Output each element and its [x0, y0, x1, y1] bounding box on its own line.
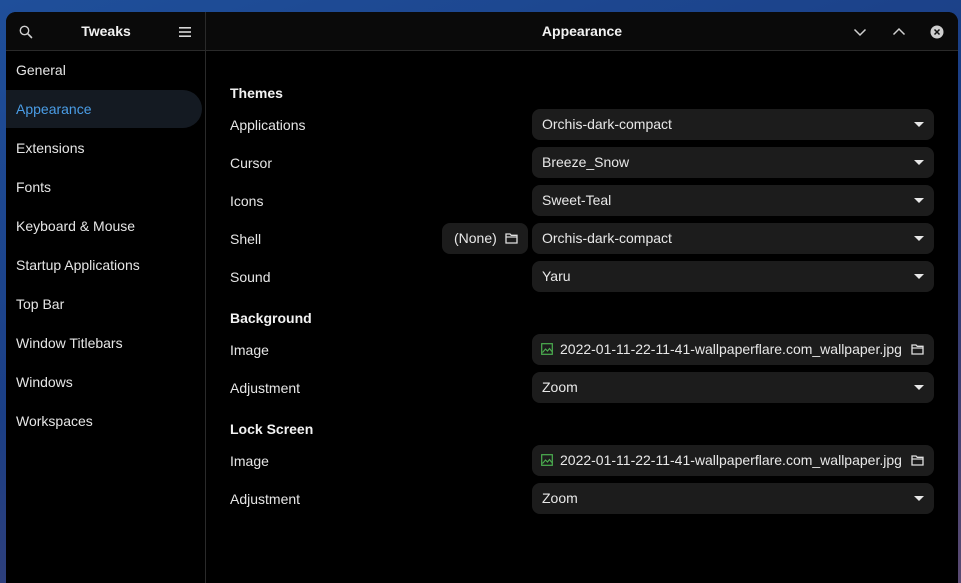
minimize-button[interactable]	[848, 20, 872, 44]
lock-screen-image-label: Image	[230, 453, 269, 469]
lock-screen-image-filename: 2022-01-11-22-11-41-wallpaperflare.com_w…	[560, 452, 902, 468]
chevron-up-icon	[892, 27, 906, 36]
maximize-button[interactable]	[887, 20, 911, 44]
applications-theme-dropdown[interactable]: Orchis-dark-compact	[532, 109, 934, 140]
applications-label: Applications	[230, 117, 306, 133]
background-image-label: Image	[230, 342, 269, 358]
lock-screen-image-chooser[interactable]: 2022-01-11-22-11-41-wallpaperflare.com_w…	[532, 445, 934, 476]
folder-icon	[911, 344, 924, 355]
cursor-theme-value: Breeze_Snow	[542, 154, 630, 170]
background-adjustment-dropdown[interactable]: Zoom	[532, 372, 934, 403]
lock-screen-adjustment-dropdown[interactable]: Zoom	[532, 483, 934, 514]
icons-theme-dropdown[interactable]: Sweet-Teal	[532, 185, 934, 216]
shell-label: Shell	[230, 231, 262, 247]
background-image-filename: 2022-01-11-22-11-41-wallpaperflare.com_w…	[560, 341, 902, 357]
sidebar-item-fonts[interactable]: Fonts	[6, 168, 202, 206]
icons-theme-value: Sweet-Teal	[542, 192, 612, 208]
tweaks-window: Tweaks Appearance General Appearance Ext…	[6, 12, 958, 583]
sidebar-item-appearance[interactable]: Appearance	[6, 90, 202, 128]
sidebar-item-extensions[interactable]: Extensions	[6, 129, 202, 167]
dropdown-arrow-icon	[914, 496, 924, 501]
search-icon	[19, 25, 33, 39]
sidebar-item-window-titlebars[interactable]: Window Titlebars	[6, 324, 202, 362]
sidebar-item-keyboard-mouse[interactable]: Keyboard & Mouse	[6, 207, 202, 245]
icons-label: Icons	[230, 193, 264, 209]
dropdown-arrow-icon	[914, 236, 924, 241]
shell-theme-dropdown[interactable]: Orchis-dark-compact	[532, 223, 934, 254]
sidebar-item-general[interactable]: General	[6, 51, 202, 89]
close-button[interactable]	[925, 20, 949, 44]
shell-file-value: (None)	[454, 230, 497, 246]
page-title: Appearance	[541, 23, 623, 39]
shell-file-chooser-button[interactable]: (None)	[442, 223, 528, 254]
dropdown-arrow-icon	[914, 198, 924, 203]
sound-label: Sound	[230, 269, 271, 285]
sidebar-item-windows[interactable]: Windows	[6, 363, 202, 401]
image-file-icon	[541, 454, 553, 466]
background-adjustment-value: Zoom	[542, 379, 578, 395]
hamburger-menu-icon	[179, 27, 191, 37]
applications-theme-value: Orchis-dark-compact	[542, 116, 672, 132]
sidebar: General Appearance Extensions Fonts Keyb…	[6, 51, 206, 583]
shell-theme-value: Orchis-dark-compact	[542, 230, 672, 246]
image-file-icon	[541, 343, 553, 355]
main-menu-button[interactable]	[173, 20, 197, 44]
folder-icon	[911, 455, 924, 466]
folder-icon	[505, 233, 518, 244]
dropdown-arrow-icon	[914, 160, 924, 165]
chevron-down-icon	[853, 28, 867, 37]
sound-theme-dropdown[interactable]: Yaru	[532, 261, 934, 292]
appearance-panel: Themes Applications Orchis-dark-compact …	[207, 51, 958, 583]
header-bar: Tweaks Appearance	[6, 12, 958, 51]
dropdown-arrow-icon	[914, 385, 924, 390]
lock-screen-adjustment-label: Adjustment	[230, 491, 301, 507]
close-icon	[930, 25, 944, 39]
background-adjustment-label: Adjustment	[230, 380, 301, 396]
sidebar-item-workspaces[interactable]: Workspaces	[6, 402, 202, 440]
cursor-label: Cursor	[230, 155, 273, 171]
dropdown-arrow-icon	[914, 274, 924, 279]
sidebar-item-startup-applications[interactable]: Startup Applications	[6, 246, 202, 284]
dropdown-arrow-icon	[914, 122, 924, 127]
search-button[interactable]	[14, 20, 38, 44]
lock-screen-section-title: Lock Screen	[230, 421, 314, 437]
sidebar-item-top-bar[interactable]: Top Bar	[6, 285, 202, 323]
background-image-chooser[interactable]: 2022-01-11-22-11-41-wallpaperflare.com_w…	[532, 334, 934, 365]
background-section-title: Background	[230, 310, 312, 326]
lock-screen-adjustment-value: Zoom	[542, 490, 578, 506]
sound-theme-value: Yaru	[542, 268, 571, 284]
themes-section-title: Themes	[230, 85, 283, 101]
cursor-theme-dropdown[interactable]: Breeze_Snow	[532, 147, 934, 178]
